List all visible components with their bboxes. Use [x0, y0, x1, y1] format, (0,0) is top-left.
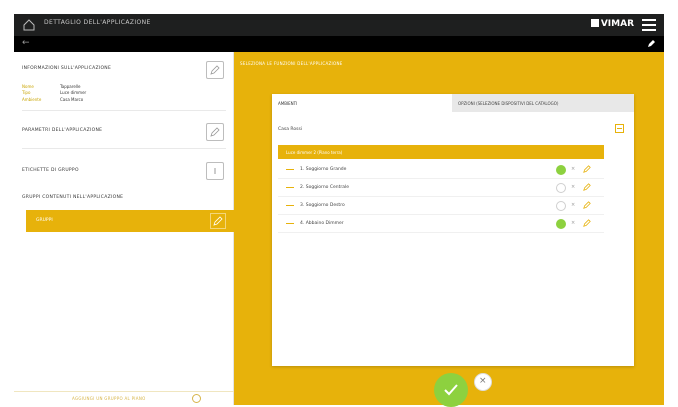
add-group-label: AGGIUNGI UN GRUPPO AL PIANO: [72, 396, 146, 401]
add-icon: [192, 394, 201, 403]
pencil-icon[interactable]: [583, 201, 591, 209]
function-bar[interactable]: Luce dimmer 2 (Piano terra): [278, 145, 604, 159]
status-off-indicator[interactable]: [556, 201, 566, 211]
confirm-button[interactable]: [434, 373, 468, 407]
list-item[interactable]: 3. Soggiorno Destro ×: [278, 197, 604, 215]
cancel-button[interactable]: ×: [474, 373, 492, 391]
close-icon: ×: [479, 376, 487, 386]
edit-info-button[interactable]: [206, 61, 224, 79]
pencil-icon[interactable]: [583, 165, 591, 173]
info-icon: [214, 168, 216, 174]
collapse-icon[interactable]: [615, 124, 624, 133]
status-on-indicator[interactable]: [556, 219, 566, 229]
edit-group-button[interactable]: [210, 213, 226, 229]
info-button[interactable]: [206, 162, 224, 180]
list-item[interactable]: 2. Soggiorno Centrale ×: [278, 179, 604, 197]
pencil-icon[interactable]: [647, 39, 656, 48]
group-label-section: ETICHETTE DI GRUPPO: [22, 168, 222, 173]
groups-title: GRUPPI CONTENUTI NELL'APPLICAZIONE: [22, 195, 124, 200]
pencil-icon: [210, 127, 220, 137]
right-panel-label: SELEZIONA LE FUNZIONI DELL'APPLICAZIONE: [240, 61, 343, 66]
remove-icon[interactable]: ×: [571, 184, 575, 190]
brand-logo: VIMAR: [590, 19, 634, 29]
list-item[interactable]: 4. Abbaino Dimmer ×: [278, 215, 604, 233]
remove-icon[interactable]: ×: [571, 220, 575, 226]
room-label: Casa Rossi: [278, 127, 303, 132]
group-label-title: ETICHETTE DI GRUPPO: [22, 168, 79, 173]
remove-icon[interactable]: ×: [571, 202, 575, 208]
check-icon: [444, 384, 458, 396]
tabs: AMBIENTI OPZIONI (SELEZIONE DISPOSITIVI …: [272, 94, 634, 112]
params-title: PARAMETRI DELL'APPLICAZIONE: [22, 128, 103, 133]
divider: [22, 148, 226, 149]
status-on-indicator[interactable]: [556, 165, 566, 175]
list-item-label: 2. Soggiorno Centrale: [300, 185, 350, 190]
hamburger-menu-icon[interactable]: [642, 19, 656, 31]
back-arrow-icon[interactable]: ←: [22, 38, 30, 48]
dash-icon: [286, 187, 294, 188]
list-item-label: 3. Soggiorno Destro: [300, 203, 345, 208]
info-title: INFORMAZIONI SULL'APPLICAZIONE: [22, 66, 112, 71]
pencil-icon[interactable]: [583, 219, 591, 227]
tab-ambienti[interactable]: AMBIENTI: [272, 94, 452, 112]
info-section: INFORMAZIONI SULL'APPLICAZIONE: [22, 66, 222, 71]
page-title: DETTAGLIO DELL'APPLICAZIONE: [44, 19, 151, 26]
pencil-icon[interactable]: [583, 183, 591, 191]
top-bar: DETTAGLIO DELL'APPLICAZIONE VIMAR: [14, 14, 664, 36]
info-rows: Nome Tapparelle Tipo Luce dimmer Ambiente C…: [22, 84, 87, 102]
pencil-icon: [213, 216, 223, 226]
add-group-link[interactable]: AGGIUNGI UN GRUPPO AL PIANO: [14, 391, 234, 405]
edit-params-button[interactable]: [206, 123, 224, 141]
divider: [22, 110, 226, 111]
left-panel: INFORMAZIONI SULL'APPLICAZIONE Nome Tappa…: [14, 52, 234, 405]
pencil-icon: [210, 65, 220, 75]
function-bar-title: Luce dimmer 2 (Piano terra): [286, 150, 343, 155]
dash-icon: [286, 223, 294, 224]
params-section: PARAMETRI DELL'APPLICAZIONE: [22, 128, 222, 133]
remove-icon[interactable]: ×: [571, 166, 575, 172]
list-item-label: 1. Soggiorno Grande: [300, 167, 347, 172]
groups-section: GRUPPI CONTENUTI NELL'APPLICAZIONE: [22, 195, 222, 200]
dash-icon: [286, 205, 294, 206]
status-off-indicator[interactable]: [556, 183, 566, 193]
tab-opzioni[interactable]: OPZIONI (SELEZIONE DISPOSITIVI DEL CATAL…: [452, 94, 634, 112]
sub-bar: ←: [14, 36, 664, 52]
list-item[interactable]: 1. Soggiorno Grande ×: [278, 161, 604, 179]
list-item-label: 4. Abbaino Dimmer: [300, 221, 344, 226]
group-item-label: GRUPPI: [36, 218, 53, 223]
right-panel: SELEZIONA LE FUNZIONI DELL'APPLICAZIONE …: [234, 52, 664, 405]
group-item[interactable]: GRUPPI: [26, 210, 234, 232]
dash-icon: [286, 169, 294, 170]
function-card: AMBIENTI OPZIONI (SELEZIONE DISPOSITIVI …: [272, 94, 634, 366]
home-icon[interactable]: [22, 18, 36, 32]
